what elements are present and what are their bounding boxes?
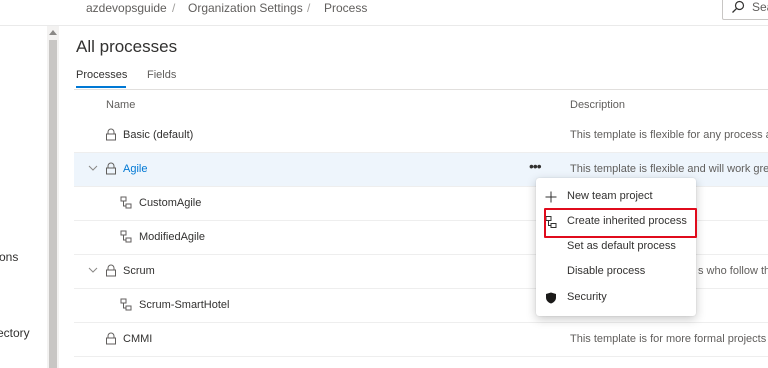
- process-name[interactable]: ModifiedAgile: [139, 231, 205, 243]
- breadcrumb-separator: /: [307, 1, 311, 15]
- tab-processes[interactable]: Processes: [76, 69, 127, 81]
- top-bar: azdevopsguide / Organization Settings / …: [0, 0, 768, 26]
- process-name[interactable]: CustomAgile: [139, 197, 201, 209]
- menu-item-label: Create inherited process: [567, 215, 687, 227]
- menu-item-label: Security: [567, 291, 607, 303]
- column-header-name[interactable]: Name: [106, 99, 135, 111]
- inherited-process-icon: [120, 298, 132, 311]
- inherited-process-icon: [120, 230, 132, 243]
- chevron-down-icon[interactable]: [88, 163, 98, 173]
- tab-fields[interactable]: Fields: [147, 69, 176, 81]
- menu-item-disable-process[interactable]: Disable process: [536, 260, 696, 284]
- process-name[interactable]: Scrum: [123, 265, 155, 277]
- process-name[interactable]: Scrum-SmartHotel: [139, 299, 229, 311]
- active-tab-indicator: [76, 86, 126, 88]
- breadcrumb-org[interactable]: azdevopsguide: [86, 1, 167, 15]
- left-navigation: ons ectory: [0, 26, 47, 368]
- menu-item-create-inherited-process[interactable]: Create inherited process: [536, 210, 696, 234]
- lock-icon: [106, 264, 116, 277]
- menu-item-label: New team project: [567, 190, 653, 202]
- lock-icon: [106, 162, 116, 175]
- process-name[interactable]: CMMI: [123, 333, 152, 345]
- table-row[interactable]: Basic (default) This template is flexibl…: [74, 119, 768, 153]
- search-input[interactable]: Sea: [722, 0, 768, 20]
- inherited-process-icon: [120, 196, 132, 209]
- plus-icon: [545, 191, 557, 203]
- column-header-description[interactable]: Description: [570, 99, 625, 111]
- process-name[interactable]: Basic (default): [123, 129, 193, 141]
- breadcrumb-separator: /: [172, 1, 176, 15]
- page-title: All processes: [76, 37, 178, 56]
- process-name[interactable]: Agile: [123, 163, 147, 175]
- menu-item-set-as-default-process[interactable]: Set as default process: [536, 235, 696, 259]
- shield-icon: [546, 292, 556, 304]
- breadcrumb-process[interactable]: Process: [324, 1, 367, 15]
- menu-item-label: Disable process: [567, 265, 646, 277]
- process-description: This template is flexible for any proces…: [570, 129, 768, 141]
- scroll-thumb[interactable]: [49, 40, 57, 368]
- table-row[interactable]: CMMI This template is for more formal pr…: [74, 323, 768, 357]
- tabs-divider: [74, 89, 768, 90]
- lock-icon: [106, 332, 116, 345]
- search-icon: [732, 0, 745, 13]
- chevron-down-icon[interactable]: [88, 265, 98, 275]
- nav-item-partial[interactable]: ons: [0, 250, 18, 264]
- scroll-up-arrow-icon[interactable]: [49, 30, 57, 35]
- menu-item-security[interactable]: Security: [536, 286, 696, 310]
- nav-scrollbar[interactable]: [47, 26, 59, 368]
- nav-item-partial[interactable]: ectory: [0, 326, 30, 340]
- process-description: This template is for more formal project…: [570, 333, 767, 345]
- menu-item-new-team-project[interactable]: New team project: [536, 185, 696, 209]
- breadcrumb-organization-settings[interactable]: Organization Settings: [188, 1, 303, 15]
- process-description: s who follow the: [698, 265, 768, 277]
- inherit-icon: [545, 216, 557, 228]
- menu-item-label: Set as default process: [567, 240, 676, 252]
- lock-icon: [106, 128, 116, 141]
- process-description: This template is flexible and will work …: [570, 163, 768, 175]
- search-placeholder: Sea: [752, 0, 768, 14]
- more-actions-button[interactable]: •••: [529, 158, 542, 174]
- process-context-menu: New team project Create inherited proces…: [536, 178, 696, 316]
